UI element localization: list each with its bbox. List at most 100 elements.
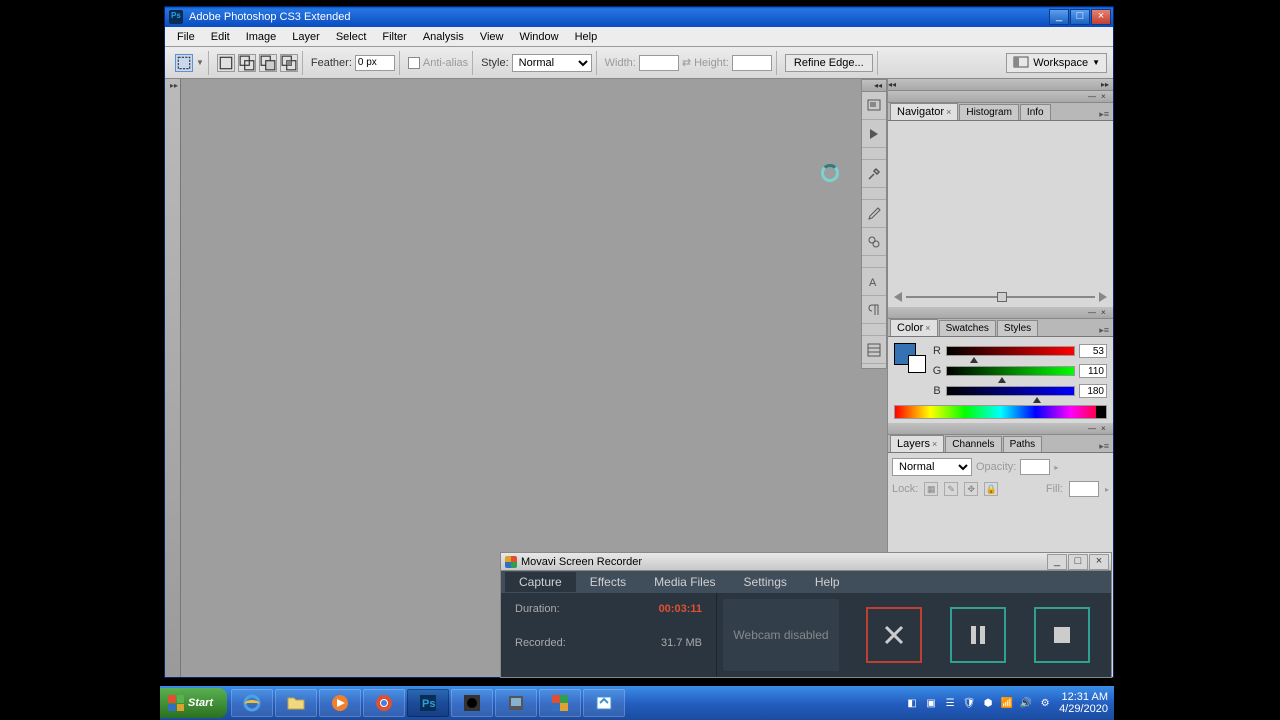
tray-volume-icon[interactable]: 🔊 (1018, 695, 1034, 711)
taskbar-ie[interactable] (231, 689, 273, 717)
tray-network-icon[interactable]: 📶 (999, 695, 1015, 711)
g-slider[interactable] (946, 366, 1075, 376)
movavi-maximize-button[interactable]: □ (1068, 554, 1088, 570)
movavi-menu-settings[interactable]: Settings (730, 572, 801, 592)
b-slider[interactable] (946, 386, 1075, 396)
menu-view[interactable]: View (472, 29, 512, 45)
r-value[interactable] (1079, 344, 1107, 358)
movavi-menu-media[interactable]: Media Files (640, 572, 729, 592)
zoom-out-icon[interactable] (894, 292, 902, 302)
dock-navigator-icon[interactable] (862, 92, 886, 120)
lock-transparent-icon[interactable]: ▦ (924, 482, 938, 496)
clock[interactable]: 12:31 AM 4/29/2020 (1059, 691, 1108, 715)
tray-shield-icon[interactable]: 🛡 (961, 695, 977, 711)
selection-add-button[interactable] (238, 54, 256, 72)
tab-close-icon[interactable]: × (932, 439, 937, 449)
pause-button[interactable] (950, 607, 1006, 663)
bg-color[interactable] (908, 355, 926, 373)
lock-paint-icon[interactable]: ✎ (944, 482, 958, 496)
dock-tools-icon[interactable] (862, 160, 886, 188)
start-button[interactable]: Start (160, 688, 227, 718)
zoom-in-icon[interactable] (1099, 292, 1107, 302)
close-button[interactable]: × (1091, 9, 1111, 25)
stop-button[interactable] (1034, 607, 1090, 663)
marquee-tool-preset[interactable] (175, 54, 193, 72)
tab-close-icon[interactable]: × (925, 323, 930, 333)
tray-icon[interactable]: ⬢ (980, 695, 996, 711)
dock-actions-icon[interactable] (862, 120, 886, 148)
tab-histogram[interactable]: Histogram (959, 104, 1019, 120)
taskbar-photoshop[interactable]: Ps (407, 689, 449, 717)
taskbar-app1[interactable] (451, 689, 493, 717)
selection-new-button[interactable] (217, 54, 235, 72)
panel-expand-icon[interactable]: ▸▸ (1101, 81, 1111, 89)
feather-input[interactable] (355, 55, 395, 71)
menu-help[interactable]: Help (567, 29, 606, 45)
minimize-button[interactable]: _ (1049, 9, 1069, 25)
movavi-close-button[interactable]: × (1089, 554, 1109, 570)
tray-icon[interactable]: ▣ (923, 695, 939, 711)
panel-close-icon[interactable]: × (1101, 309, 1111, 317)
swap-wh-icon[interactable]: ⇄ (682, 56, 691, 69)
style-select[interactable]: Normal (512, 54, 592, 72)
panel-min-icon[interactable]: — (1088, 93, 1098, 101)
taskbar-app2[interactable] (495, 689, 537, 717)
movavi-menu-effects[interactable]: Effects (576, 572, 640, 592)
workspace-menu[interactable]: Workspace ▼ (1006, 53, 1107, 73)
tab-styles[interactable]: Styles (997, 320, 1038, 336)
r-slider[interactable] (946, 346, 1075, 356)
taskbar-movavi[interactable] (539, 689, 581, 717)
movavi-menu-capture[interactable]: Capture (505, 572, 576, 592)
panel-collapse-icon[interactable]: ◂◂ (888, 81, 898, 89)
tab-layers[interactable]: Layers× (890, 435, 944, 452)
panel-close-icon[interactable]: × (1101, 425, 1111, 433)
dock-clone-icon[interactable] (862, 228, 886, 256)
titlebar[interactable]: Adobe Photoshop CS3 Extended _ □ × (165, 7, 1113, 27)
cancel-button[interactable] (866, 607, 922, 663)
tab-navigator[interactable]: Navigator× (890, 103, 958, 120)
panel-close-icon[interactable]: × (1101, 93, 1111, 101)
menu-file[interactable]: File (169, 29, 203, 45)
tab-swatches[interactable]: Swatches (939, 320, 996, 336)
refine-edge-button[interactable]: Refine Edge... (785, 54, 873, 72)
panel-min-icon[interactable]: — (1088, 309, 1098, 317)
menu-filter[interactable]: Filter (374, 29, 414, 45)
expand-icon[interactable]: ▸▸ (170, 81, 178, 90)
taskbar-app3[interactable] (583, 689, 625, 717)
tab-close-icon[interactable]: × (946, 107, 951, 117)
left-dock-strip[interactable]: ▸▸ (165, 79, 181, 677)
menu-edit[interactable]: Edit (203, 29, 238, 45)
tray-icon[interactable]: ⚙ (1037, 695, 1053, 711)
selection-intersect-button[interactable] (280, 54, 298, 72)
menu-select[interactable]: Select (328, 29, 375, 45)
menu-window[interactable]: Window (511, 29, 566, 45)
movavi-titlebar[interactable]: Movavi Screen Recorder _ □ × (501, 553, 1111, 571)
selection-subtract-button[interactable] (259, 54, 277, 72)
panel-min-icon[interactable]: — (1088, 425, 1098, 433)
tray-icon[interactable]: ◧ (904, 695, 920, 711)
movavi-minimize-button[interactable]: _ (1047, 554, 1067, 570)
menu-image[interactable]: Image (238, 29, 285, 45)
g-value[interactable] (1079, 364, 1107, 378)
taskbar-wmp[interactable] (319, 689, 361, 717)
tab-info[interactable]: Info (1020, 104, 1051, 120)
blend-mode-select[interactable]: Normal (892, 458, 972, 476)
dock-character-icon[interactable]: A (862, 268, 886, 296)
webcam-panel[interactable]: Webcam disabled (723, 599, 839, 671)
b-value[interactable] (1079, 384, 1107, 398)
panel-menu-icon[interactable]: ▸≡ (1099, 109, 1109, 120)
taskbar-explorer[interactable] (275, 689, 317, 717)
menu-layer[interactable]: Layer (284, 29, 328, 45)
dock-paragraph-icon[interactable] (862, 296, 886, 324)
taskbar-chrome[interactable] (363, 689, 405, 717)
dock-collapse-icon[interactable]: ◂◂ (874, 82, 884, 90)
lock-move-icon[interactable]: ✥ (964, 482, 978, 496)
spectrum-bar[interactable] (894, 405, 1107, 419)
tab-color[interactable]: Color× (890, 319, 938, 336)
tab-channels[interactable]: Channels (945, 436, 1001, 452)
movavi-menu-help[interactable]: Help (801, 572, 854, 592)
zoom-slider[interactable] (906, 296, 1095, 298)
dock-brushes-icon[interactable] (862, 200, 886, 228)
menu-analysis[interactable]: Analysis (415, 29, 472, 45)
dock-layercomps-icon[interactable] (862, 336, 886, 364)
